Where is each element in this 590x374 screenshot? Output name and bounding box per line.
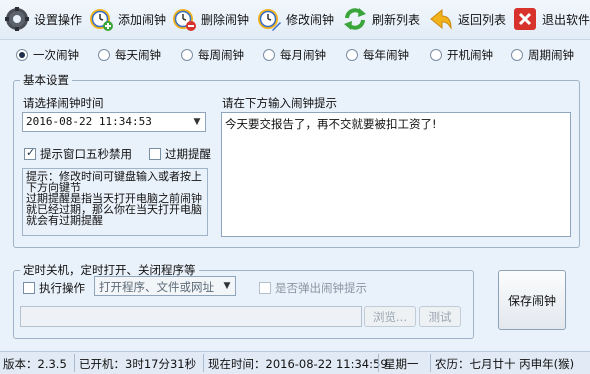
checkbox-box: [149, 148, 161, 160]
lunar-date-text: 农历：七月廿十 丙申年(猴): [435, 357, 575, 371]
timer-actions-group: 定时关机，定时打开、关闭程序等: [13, 262, 474, 339]
alarm-clock-delete-icon: [171, 6, 197, 32]
exit-app-button-label: 退出软件: [542, 12, 590, 27]
gear-icon: [4, 6, 30, 32]
chevron-down-icon[interactable]: ▼: [189, 113, 205, 131]
datetime-value: 2016-08-22 11:34:53: [26, 115, 152, 128]
edit-alarm-button[interactable]: 修改闹钟: [256, 4, 334, 34]
status-divider: [430, 354, 431, 372]
checkbox-label: 提示窗口五秒禁用: [40, 147, 132, 161]
checkbox-label: 是否弹出闹钟提示: [275, 281, 367, 295]
radio-dot: [511, 49, 523, 61]
delete-alarm-button[interactable]: 删除闹钟: [171, 4, 249, 34]
radio-dot: [98, 49, 110, 61]
radio-once[interactable]: 一次闹钟: [16, 47, 79, 63]
datetime-picker[interactable]: 2016-08-22 11:34:53 ▼: [22, 112, 206, 132]
expired-remind-checkbox[interactable]: 过期提醒: [149, 146, 211, 162]
weekday-text: 星期一: [384, 357, 419, 371]
refresh-list-button[interactable]: 刷新列表: [342, 4, 420, 34]
radio-label: 每年闹钟: [363, 48, 409, 62]
radio-dot: [181, 49, 193, 61]
radio-daily[interactable]: 每天闹钟: [98, 47, 161, 63]
add-alarm-button-label: 添加闹钟: [118, 12, 167, 27]
toolbar: 设置操作 添加闹钟 删除闹钟 修改闹钟 刷新列表 返回列表 退出软件: [0, 0, 590, 40]
checkbox-box: [259, 282, 271, 294]
refresh-arrows-icon: [342, 6, 368, 32]
checkbox-box: [23, 282, 35, 294]
version-text: 版本：2.3.5: [3, 357, 67, 371]
settings-button[interactable]: 设置操作: [4, 4, 82, 34]
exec-action-checkbox[interactable]: 执行操作: [23, 280, 85, 296]
status-divider: [378, 354, 379, 372]
popup-alarm-checkbox[interactable]: 是否弹出闹钟提示: [259, 280, 367, 296]
checkbox-label: 执行操作: [39, 281, 85, 295]
radio-startup[interactable]: 开机闹钟: [430, 47, 493, 63]
edit-alarm-button-label: 修改闹钟: [286, 12, 335, 27]
exit-app-button[interactable]: 退出软件: [512, 4, 590, 34]
radio-weekly[interactable]: 每周闹钟: [181, 47, 244, 63]
program-select-value: 打开程序、文件或网址: [99, 280, 214, 294]
radio-label: 周期闹钟: [528, 48, 574, 62]
status-divider: [203, 354, 204, 372]
close-x-icon: [512, 6, 538, 32]
add-alarm-button[interactable]: 添加闹钟: [88, 4, 166, 34]
radio-label: 开机闹钟: [447, 48, 493, 62]
chevron-down-icon[interactable]: ▼: [219, 277, 235, 295]
radio-label: 一次闹钟: [33, 48, 79, 62]
settings-button-label: 设置操作: [34, 12, 83, 27]
status-divider: [74, 354, 75, 372]
radio-dot: [346, 49, 358, 61]
status-bar: 版本：2.3.5 已开机：3时17分31秒 现在时间：2016-08-22 11…: [0, 351, 590, 374]
program-path-input[interactable]: [20, 306, 362, 327]
checkbox-box: [24, 146, 36, 160]
basic-settings-legend: 基本设置: [23, 73, 69, 87]
radio-label: 每天闹钟: [115, 48, 161, 62]
browse-button[interactable]: 浏览...: [364, 306, 416, 327]
tip-line: 就会有过期提醒: [26, 214, 103, 227]
popup-disable-checkbox[interactable]: 提示窗口五秒禁用: [24, 146, 132, 162]
checkbox-label: 过期提醒: [165, 147, 211, 161]
radio-label: 每月闹钟: [280, 48, 326, 62]
radio-label: 每周闹钟: [198, 48, 244, 62]
back-arrow-icon: [428, 6, 454, 32]
radio-dot: [16, 49, 28, 61]
back-to-list-button[interactable]: 返回列表: [428, 4, 506, 34]
memo-text: 今天要交报告了，再不交就要被扣工资了!: [225, 117, 437, 131]
refresh-list-button-label: 刷新列表: [372, 12, 421, 27]
test-button[interactable]: 测试: [419, 306, 461, 327]
alarm-clock-edit-icon: [256, 6, 282, 32]
time-label: 请选择闹钟时间: [23, 96, 104, 110]
current-time-text: 现在时间：2016-08-22 11:34:59: [208, 357, 388, 371]
radio-monthly[interactable]: 每月闹钟: [263, 47, 326, 63]
delete-alarm-button-label: 删除闹钟: [201, 12, 250, 27]
radio-dot: [263, 49, 275, 61]
program-select[interactable]: 打开程序、文件或网址 ▼: [94, 276, 236, 296]
alarm-clock-add-icon: [88, 6, 114, 32]
radio-yearly[interactable]: 每年闹钟: [346, 47, 409, 63]
radio-periodic[interactable]: 周期闹钟: [511, 47, 574, 63]
radio-dot: [430, 49, 442, 61]
alarm-type-group: 一次闹钟 每天闹钟 每周闹钟 每月闹钟 每年闹钟 开机闹钟 周期闹钟: [0, 44, 590, 68]
memo-textarea[interactable]: 今天要交报告了，再不交就要被扣工资了!: [221, 112, 571, 237]
tip-text-box: 提示：修改时间可键盘输入或者按上 下方向键节 过期提醒是指当天打开电脑之前闹钟 …: [22, 168, 208, 236]
back-to-list-button-label: 返回列表: [458, 12, 507, 27]
memo-label: 请在下方输入闹钟提示: [222, 96, 337, 110]
save-alarm-button[interactable]: 保存闹钟: [498, 270, 566, 330]
uptime-text: 已开机：3时17分31秒: [79, 357, 197, 371]
